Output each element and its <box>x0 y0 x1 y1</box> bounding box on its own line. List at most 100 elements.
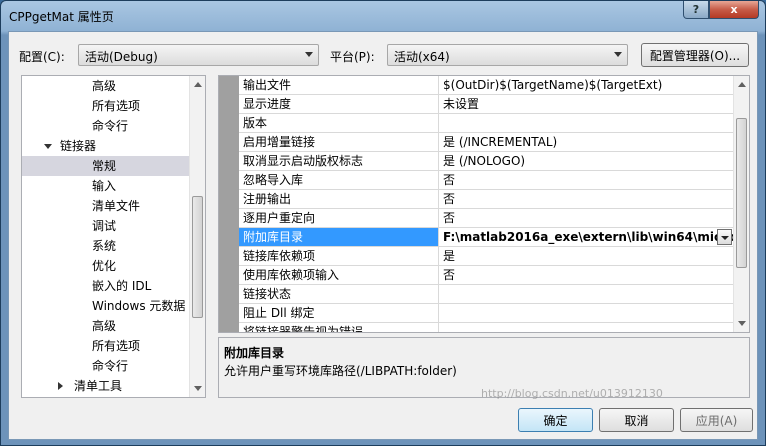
property-row[interactable]: 版本 <box>239 114 734 133</box>
tree-scroll-thumb[interactable] <box>192 195 203 318</box>
description-text: 允许用户重写环境库路径(/LIBPATH:folder) <box>224 364 457 378</box>
property-value: 否 <box>443 211 456 225</box>
tree-item[interactable]: Windows 元数据 <box>22 296 190 316</box>
tree-item-label: 调试 <box>92 219 117 233</box>
scroll-up-icon[interactable] <box>738 82 746 87</box>
property-name: 逐用户重定向 <box>239 209 439 227</box>
property-value: 是 (/INCREMENTAL) <box>443 135 558 149</box>
tree-item-label: 优化 <box>92 259 117 273</box>
property-row[interactable]: 链接库依赖项是 <box>239 247 734 266</box>
cancel-button[interactable]: 取消 <box>599 408 674 432</box>
close-button[interactable]: x <box>709 1 759 19</box>
tree-item-label: 嵌入的 IDL <box>92 279 152 293</box>
property-row[interactable]: 链接状态 <box>239 285 734 304</box>
tree-item[interactable]: 清单文件 <box>22 196 190 216</box>
property-name: 忽略导入库 <box>239 171 439 189</box>
property-row[interactable]: 显示进度 未设置 <box>239 95 734 114</box>
dialog-body: 配置(C): 活动(Debug) 平台(P): 活动(x64) 配置管理器(O)… <box>8 31 758 440</box>
config-select-value: 活动(Debug) <box>85 50 158 64</box>
tree-item[interactable]: 输入 <box>22 176 190 196</box>
tree-item[interactable]: 优化 <box>22 256 190 276</box>
tree-item[interactable]: 命令行 <box>22 356 190 376</box>
property-row[interactable]: 附加库目录 F:\matlab2016a_exe\extern\lib\win64… <box>239 228 734 247</box>
property-name: 注册输出 <box>239 190 439 208</box>
property-value <box>439 304 734 322</box>
property-name: 取消显示启动版权标志 <box>239 152 439 170</box>
property-grid: 输出文件 $(OutDir)$(TargetName)$(TargetExt) 显示… <box>218 75 750 333</box>
property-row[interactable]: 将链接器警告视为错误 <box>239 323 734 332</box>
property-name: 附加库目录 <box>239 228 439 246</box>
tree-item-label: 常规 <box>92 159 117 173</box>
tree-item[interactable]: 高级 <box>22 316 190 336</box>
close-icon: x <box>730 3 738 16</box>
tree-scrollbar[interactable] <box>189 76 205 397</box>
tree-item-label: 所有选项 <box>92 339 141 353</box>
property-name: 阻止 Dll 绑定 <box>239 304 439 322</box>
tree-item-label: 链接器 <box>60 139 97 153</box>
scroll-down-icon[interactable] <box>194 386 202 391</box>
tree-item-label: 命令行 <box>92 119 129 133</box>
property-row[interactable]: 阻止 Dll 绑定 <box>239 304 734 323</box>
scroll-down-icon[interactable] <box>738 321 746 326</box>
property-value <box>439 285 734 303</box>
config-manager-button[interactable]: 配置管理器(O)... <box>641 43 749 67</box>
config-label: 配置(C): <box>19 50 65 64</box>
property-value: 是 <box>443 249 456 263</box>
tree-item-label: 所有选项 <box>92 99 141 113</box>
tree-item-label: Windows 元数据 <box>92 299 186 313</box>
tree-item[interactable]: 链接器 <box>22 136 190 156</box>
property-value: 否 <box>443 192 456 206</box>
tree-item-label: 系统 <box>92 239 117 253</box>
platform-select-value: 活动(x64) <box>394 50 450 64</box>
tree-item[interactable]: 嵌入的 IDL <box>22 276 190 296</box>
help-icon: ? <box>692 3 700 16</box>
tree-item[interactable]: 清单工具 <box>22 376 190 396</box>
property-row[interactable]: 使用库依赖项输入否 <box>239 266 734 285</box>
property-row[interactable]: 启用增量链接是 (/INCREMENTAL) <box>239 133 734 152</box>
expanded-arrow-icon[interactable] <box>44 144 52 149</box>
dropdown-arrow-icon[interactable] <box>717 229 732 245</box>
tree-item[interactable]: 系统 <box>22 236 190 256</box>
property-name: 启用增量链接 <box>239 133 439 151</box>
property-value <box>439 114 734 132</box>
chevron-down-icon <box>305 52 313 57</box>
property-name: 使用库依赖项输入 <box>239 266 439 284</box>
property-row[interactable]: 注册输出否 <box>239 190 734 209</box>
ok-button[interactable]: 确定 <box>518 408 593 432</box>
property-value: 否 <box>443 268 456 282</box>
tree-item[interactable]: 调试 <box>22 216 190 236</box>
grid-scroll-thumb[interactable] <box>736 117 747 268</box>
property-value: 否 <box>443 173 456 187</box>
tree-item-label: 清单工具 <box>74 379 123 393</box>
apply-button[interactable]: 应用(A) <box>680 408 753 432</box>
property-name: 显示进度 <box>239 95 439 113</box>
property-value[interactable]: F:\matlab2016a_exe\extern\lib\win64\micr… <box>439 228 734 246</box>
tree-item[interactable]: 常规 <box>22 156 190 176</box>
property-tree: 高级 所有选项 命令行 链接器 常规 输入 清单文件 调试 系统 优化 嵌入的 IDL Windows… <box>21 75 206 398</box>
platform-label: 平台(P): <box>330 50 375 64</box>
tree-item[interactable]: 高级 <box>22 76 190 96</box>
tree-item[interactable]: 命令行 <box>22 116 190 136</box>
tree-item-label: 清单文件 <box>92 199 141 213</box>
help-button[interactable]: ? <box>683 1 709 19</box>
property-row[interactable]: 逐用户重定向否 <box>239 209 734 228</box>
chevron-down-icon <box>614 52 622 57</box>
scroll-up-icon[interactable] <box>194 82 202 87</box>
tree-item[interactable]: 所有选项 <box>22 336 190 356</box>
property-value: 未设置 <box>443 97 480 111</box>
tree-item-label: 高级 <box>92 79 117 93</box>
tree-item[interactable]: 所有选项 <box>22 96 190 116</box>
tree-item-label: 输入 <box>92 179 117 193</box>
config-select[interactable]: 活动(Debug) <box>78 44 319 66</box>
collapsed-arrow-icon[interactable] <box>58 382 63 390</box>
property-row[interactable]: 输出文件 $(OutDir)$(TargetName)$(TargetExt) <box>239 76 734 95</box>
property-name: 输出文件 <box>239 76 439 94</box>
property-name: 链接库依赖项 <box>239 247 439 265</box>
property-row[interactable]: 取消显示启动版权标志是 (/NOLOGO) <box>239 152 734 171</box>
title-bar[interactable]: CPPgetMat 属性页 ? x <box>1 1 765 31</box>
property-row[interactable]: 忽略导入库否 <box>239 171 734 190</box>
property-value: $(OutDir)$(TargetName)$(TargetExt) <box>443 78 663 92</box>
grid-scrollbar[interactable] <box>733 76 749 332</box>
platform-select[interactable]: 活动(x64) <box>387 44 628 66</box>
property-name: 链接状态 <box>239 285 439 303</box>
